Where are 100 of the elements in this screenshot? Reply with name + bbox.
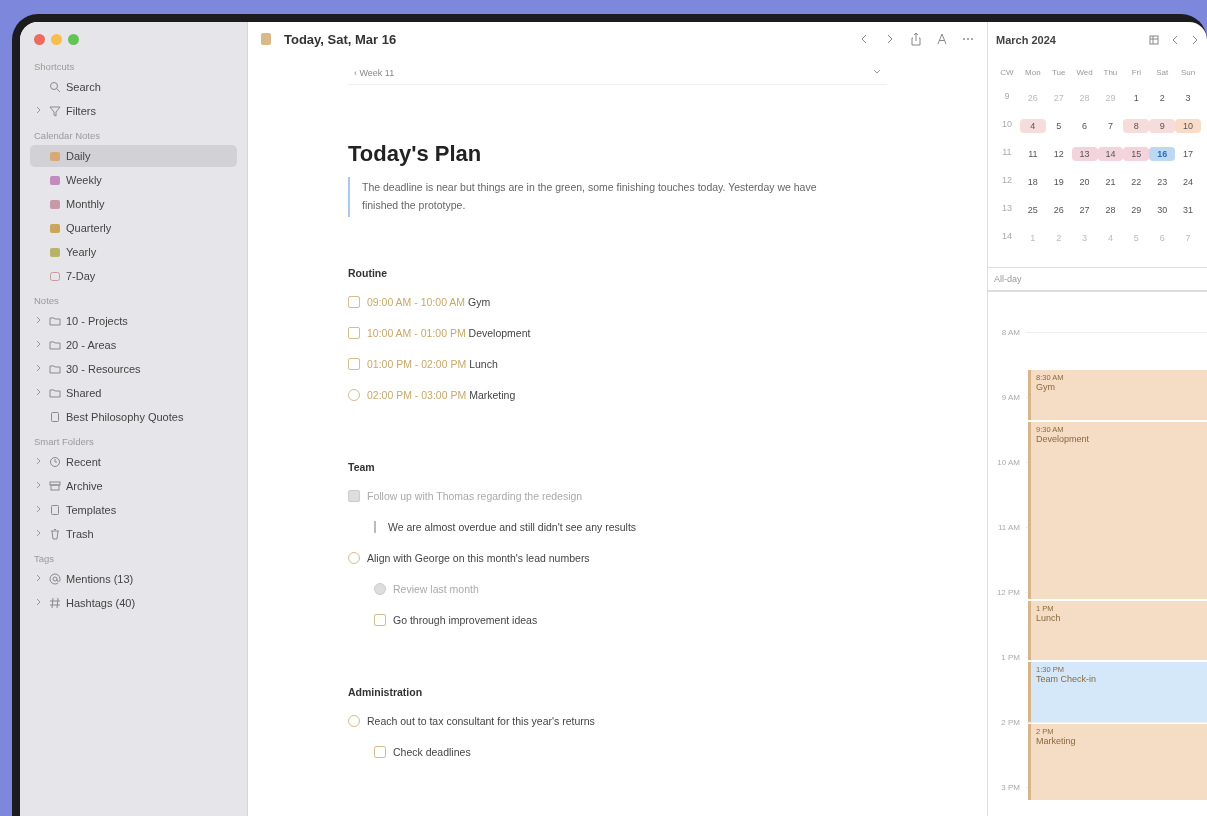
sidebar-item[interactable]: Trash xyxy=(30,523,237,545)
zoom-button[interactable] xyxy=(68,34,79,45)
weekday-label: Thu xyxy=(1102,68,1119,77)
section-heading: Administration xyxy=(348,685,424,698)
sidebar-item[interactable]: 10 - Projects xyxy=(30,310,237,332)
calendar-day[interactable]: 24 xyxy=(1175,175,1201,189)
task-text: Align with George on this month's lead numbers xyxy=(367,552,590,565)
calendar-day[interactable]: 8 xyxy=(1123,119,1150,133)
sidebar-item[interactable]: Hashtags (40) xyxy=(30,592,237,614)
hour-label: 12 PM xyxy=(995,588,1020,597)
calendar-day[interactable]: 18 xyxy=(1019,175,1046,189)
checklist-checkbox[interactable] xyxy=(374,614,386,627)
calendar-day[interactable]: 9 xyxy=(1149,119,1176,133)
calendar-day[interactable]: 6 xyxy=(1071,119,1098,133)
checklist-checkbox[interactable] xyxy=(348,327,360,340)
chevron-icon[interactable] xyxy=(36,364,42,372)
calendar-day[interactable]: 5 xyxy=(1045,119,1072,133)
chevron-icon[interactable] xyxy=(36,316,42,324)
weekday-label: CW xyxy=(999,68,1015,77)
minimize-button[interactable] xyxy=(51,34,62,45)
calendar-day[interactable]: 3 xyxy=(1175,91,1201,105)
calendar-day[interactable]: 12 xyxy=(1045,147,1072,161)
calendar-icon xyxy=(49,198,61,210)
task-checkbox[interactable] xyxy=(374,583,386,596)
sidebar-item[interactable]: Best Philosophy Quotes xyxy=(30,406,237,428)
calendar-day[interactable]: 16 xyxy=(1149,147,1176,161)
share-icon[interactable] xyxy=(909,32,923,46)
sidebar-item[interactable]: Archive xyxy=(30,475,237,497)
week-link[interactable]: ‹ Week 11 xyxy=(354,68,395,78)
task-text: Check deadlines xyxy=(393,746,471,759)
section-heading: Tags xyxy=(34,553,56,564)
chevron-icon[interactable] xyxy=(36,574,42,582)
sidebar-item[interactable]: Weekly xyxy=(30,169,237,191)
calendar-day[interactable]: 28 xyxy=(1097,203,1124,217)
checklist-checkbox[interactable] xyxy=(348,358,360,371)
calendar-day[interactable]: 22 xyxy=(1123,175,1150,189)
sidebar-item[interactable]: 7-Day xyxy=(30,265,237,287)
calendar-day[interactable]: 15 xyxy=(1123,147,1150,161)
task-text: Reach out to tax consultant for this year's returns xyxy=(367,715,595,728)
sidebar-item[interactable]: Shared xyxy=(30,382,237,404)
calendar-day[interactable]: 21 xyxy=(1097,175,1124,189)
calendar-day[interactable]: 27 xyxy=(1071,203,1098,217)
sidebar-item[interactable]: 20 - Areas xyxy=(30,334,237,356)
calendar-day[interactable]: 23 xyxy=(1149,175,1176,189)
calendar-day[interactable]: 19 xyxy=(1045,175,1072,189)
hour-label: 1 PM xyxy=(1000,653,1020,662)
previous-icon[interactable] xyxy=(1171,35,1179,45)
sidebar-item[interactable]: Daily xyxy=(30,145,237,167)
calendar-day[interactable]: 11 xyxy=(1019,147,1046,161)
calendar-day[interactable]: 26 xyxy=(1045,203,1072,217)
sidebar-item[interactable]: Filters xyxy=(30,100,237,122)
chevron-icon[interactable] xyxy=(36,388,42,396)
sidebar-item[interactable]: Yearly xyxy=(30,241,237,263)
calendar-day[interactable]: 29 xyxy=(1123,203,1150,217)
sidebar-item[interactable]: 30 - Resources xyxy=(30,358,237,380)
grid-icon[interactable] xyxy=(1149,35,1159,45)
chevron-icon[interactable] xyxy=(36,598,42,606)
all-day-label: All-day xyxy=(988,267,1207,292)
calendar-day[interactable]: 20 xyxy=(1071,175,1098,189)
checklist-checkbox[interactable] xyxy=(374,746,386,759)
font-icon[interactable] xyxy=(935,32,949,46)
chevron-icon[interactable] xyxy=(36,106,42,114)
checklist-checkbox[interactable] xyxy=(348,490,360,503)
task-text: Follow up with Thomas regarding the redesign xyxy=(367,490,583,503)
next-icon[interactable] xyxy=(1191,35,1199,45)
calendar-day[interactable]: 7 xyxy=(1097,119,1124,133)
calendar-day[interactable]: 31 xyxy=(1175,203,1201,217)
hour-label: 2 PM xyxy=(1000,718,1020,727)
calendar-day[interactable]: 2 xyxy=(1149,91,1176,105)
chevron-icon[interactable] xyxy=(36,505,42,513)
hour-label: 3 PM xyxy=(1000,783,1020,792)
search-icon xyxy=(49,81,61,93)
note-heading: Today's Plan xyxy=(348,141,483,167)
sidebar-item[interactable]: Recent xyxy=(30,451,237,473)
chevron-icon[interactable] xyxy=(36,340,42,348)
section-heading: Notes xyxy=(34,295,60,306)
sidebar-item[interactable]: Quarterly xyxy=(30,217,237,239)
sidebar-item[interactable]: Templates xyxy=(30,499,237,521)
calendar-day[interactable]: 1 xyxy=(1123,91,1150,105)
calendar-day[interactable]: 17 xyxy=(1175,147,1201,161)
calendar-icon xyxy=(49,150,61,162)
close-button[interactable] xyxy=(34,34,45,45)
calendar-day[interactable]: 30 xyxy=(1149,203,1176,217)
calendar-day[interactable]: 25 xyxy=(1019,203,1046,217)
chevron-icon[interactable] xyxy=(36,529,42,537)
calendar-day[interactable]: 14 xyxy=(1097,147,1124,161)
calendar-day[interactable]: 10 xyxy=(1175,119,1201,133)
chevron-icon[interactable] xyxy=(873,68,881,76)
chevron-icon[interactable] xyxy=(36,457,42,465)
chevron-icon[interactable] xyxy=(36,481,42,489)
calendar-day[interactable]: 13 xyxy=(1071,147,1098,161)
weekday-label: Sat xyxy=(1155,68,1170,77)
checklist-checkbox[interactable] xyxy=(348,296,360,309)
calendar-icon xyxy=(49,222,61,234)
archive-icon xyxy=(49,480,61,492)
sidebar-item[interactable]: Search xyxy=(30,76,237,98)
weekday-label: Wed xyxy=(1075,68,1094,77)
sidebar-item[interactable]: Monthly xyxy=(30,193,237,215)
sidebar-item[interactable]: Mentions (13) xyxy=(30,568,237,590)
calendar-day[interactable]: 4 xyxy=(1019,119,1046,133)
